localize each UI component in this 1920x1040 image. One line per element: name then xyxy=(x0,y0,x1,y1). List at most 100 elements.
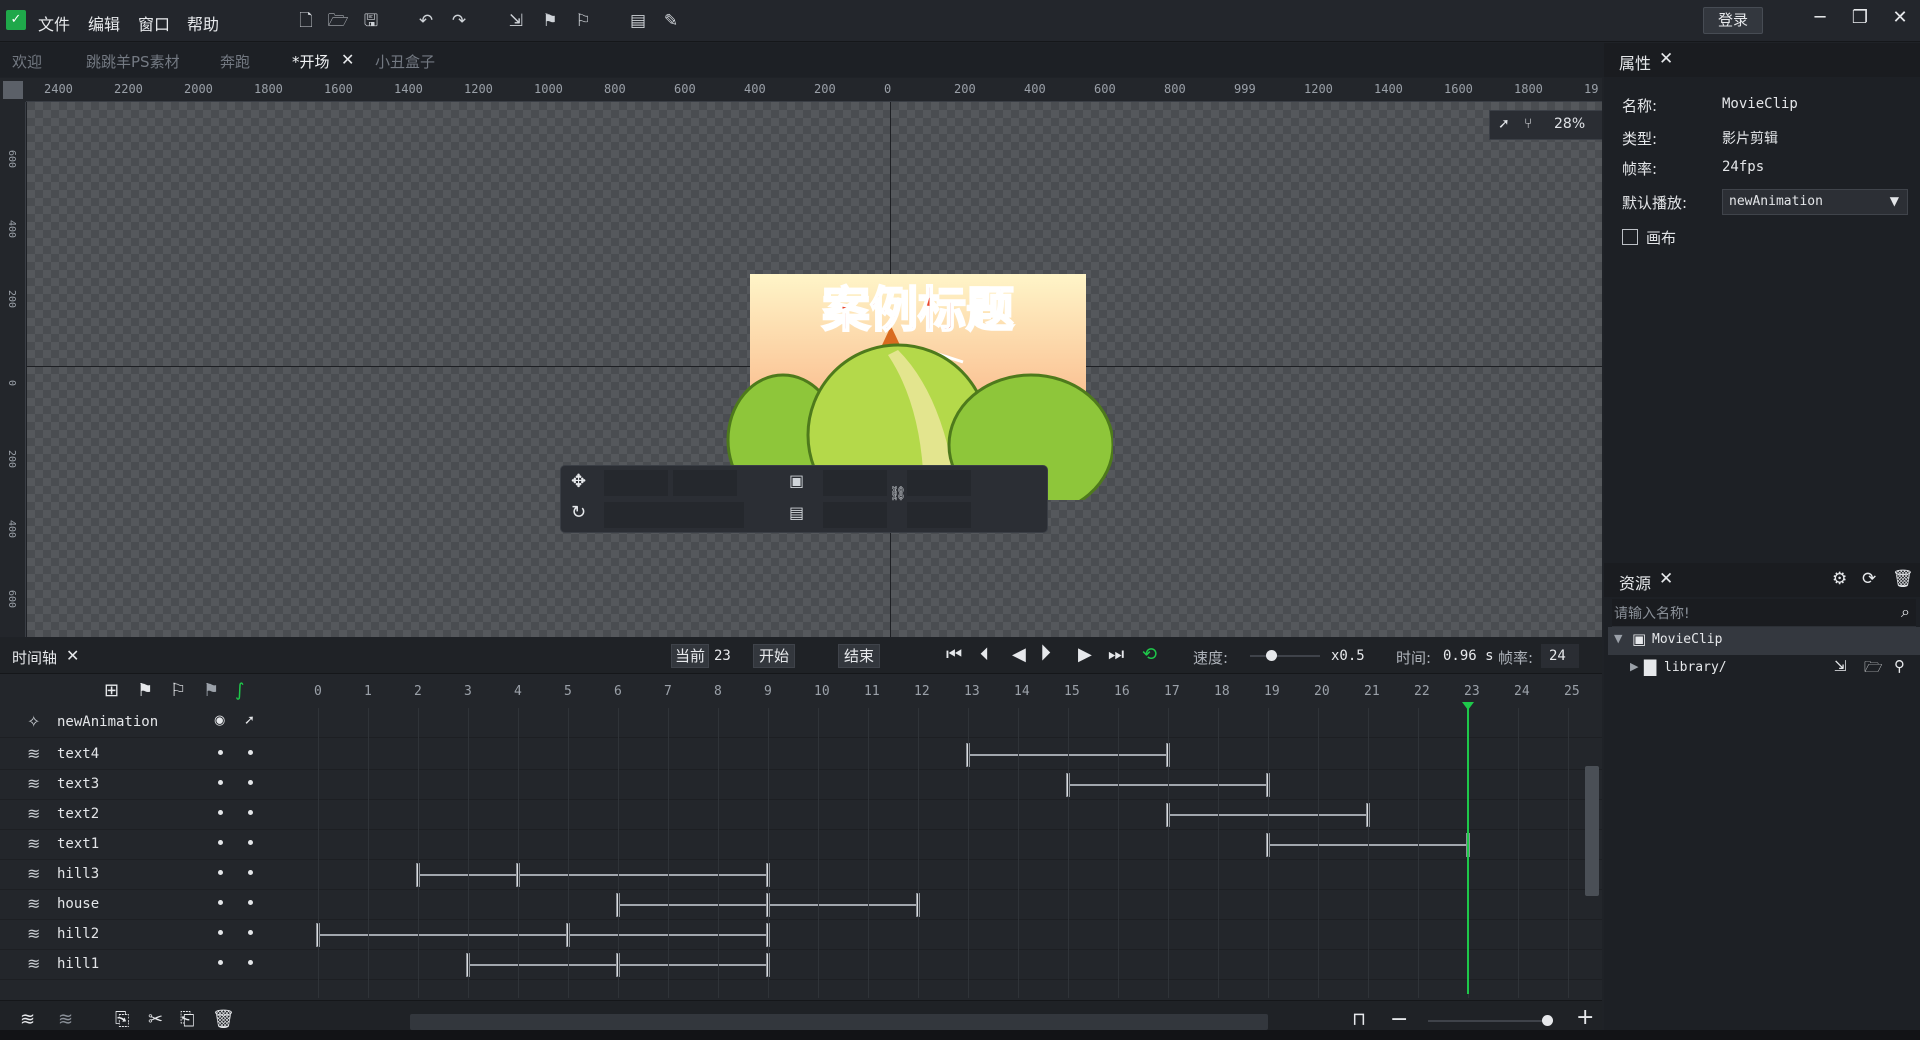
frame-number[interactable]: 11 xyxy=(864,684,880,699)
first-frame-icon[interactable]: ⏮ xyxy=(946,644,962,665)
tween-span[interactable] xyxy=(618,904,768,906)
next-frame-icon[interactable]: ▶ xyxy=(1078,644,1092,665)
tween-span[interactable] xyxy=(518,874,768,876)
timeline-zoom-handle[interactable] xyxy=(1542,1015,1553,1026)
tween-span[interactable] xyxy=(618,964,768,966)
import-resource-icon[interactable]: ⇲ xyxy=(1834,657,1847,675)
lock-toggle[interactable] xyxy=(248,810,253,815)
scale-y-field[interactable] xyxy=(907,470,971,496)
frame-number[interactable]: 19 xyxy=(1264,684,1280,699)
tree-item-library[interactable]: ▶ ▇ library/ ⇲ 🗁 ⚲ xyxy=(1608,655,1920,683)
paste-icon[interactable]: ⎗ xyxy=(180,1009,194,1030)
export-icon[interactable]: ⚑ xyxy=(538,9,562,33)
prev-frame-icon[interactable]: ◀ xyxy=(1012,644,1026,665)
frame-number[interactable]: 15 xyxy=(1064,684,1080,699)
canvas-stage[interactable]: ➚ ⑂ 28% ▼ 案例标题 xyxy=(27,102,1602,637)
lock-toggle[interactable] xyxy=(248,870,253,875)
undo-icon[interactable]: ↶ xyxy=(414,9,438,33)
search-icon[interactable]: ⌕ xyxy=(1901,602,1910,622)
frame-number[interactable]: 1 xyxy=(364,684,372,699)
remove-frame-icon[interactable]: ⚐ xyxy=(170,680,186,701)
loop-icon[interactable]: ⟲ xyxy=(1142,644,1157,665)
tween-span[interactable] xyxy=(768,904,918,906)
copy-icon[interactable]: ⎘ xyxy=(115,1009,129,1030)
zoom-out-icon[interactable]: − xyxy=(1390,1007,1408,1032)
layer-row-hill1[interactable]: ≋ hill1 xyxy=(0,950,1602,980)
tween-span[interactable] xyxy=(468,964,618,966)
tab-close-icon[interactable]: ✕ xyxy=(341,50,354,69)
new-file-icon[interactable]: 🗋 xyxy=(294,9,318,33)
skew-icon[interactable]: ▤ xyxy=(789,503,804,522)
tab-opening[interactable]: *开场 xyxy=(292,51,330,72)
layer-row-text4[interactable]: ≋ text4 xyxy=(0,740,1602,770)
lock-toggle[interactable] xyxy=(248,900,253,905)
visibility-toggle[interactable] xyxy=(218,870,223,875)
frame-number[interactable]: 6 xyxy=(614,684,622,699)
tab-welcome[interactable]: 欢迎 xyxy=(12,51,42,72)
delete-frame-icon[interactable]: 🗑 xyxy=(212,1009,235,1030)
frame-number[interactable]: 22 xyxy=(1414,684,1430,699)
link-icon[interactable]: ⛓ xyxy=(889,486,907,502)
delete-icon[interactable]: 🗑 xyxy=(1892,569,1914,589)
expand-icon[interactable]: ▼ xyxy=(1614,632,1622,645)
frame-number[interactable]: 14 xyxy=(1014,684,1030,699)
prev-key-icon[interactable]: ⏴ xyxy=(980,644,989,665)
vertical-scrollbar[interactable] xyxy=(1585,766,1599,896)
horizontal-scrollbar[interactable] xyxy=(410,1014,1268,1030)
ease-curve-icon[interactable]: ∫ xyxy=(235,680,244,701)
speed-slider[interactable] xyxy=(1250,655,1320,657)
frame-number[interactable]: 25 xyxy=(1564,684,1580,699)
menu-file[interactable]: 文件 xyxy=(38,11,70,35)
layer-row-text1[interactable]: ≋ text1 xyxy=(0,830,1602,860)
end-button[interactable]: 结束 xyxy=(838,644,880,668)
bone-tool-icon[interactable]: ⑂ xyxy=(1524,116,1532,132)
playhead-marker-icon[interactable] xyxy=(1462,702,1474,710)
minimize-icon[interactable]: ─ xyxy=(1804,4,1836,32)
resource-search-input[interactable]: 请输入名称! ⌕ xyxy=(1612,599,1916,627)
menu-window[interactable]: 窗口 xyxy=(138,11,170,35)
skew-y-field[interactable] xyxy=(907,502,971,528)
fit-icon[interactable]: ⊓ xyxy=(1352,1009,1366,1030)
publish-icon[interactable]: ⚐ xyxy=(571,9,595,33)
timeline-zoom-slider[interactable] xyxy=(1428,1020,1553,1022)
frame-number[interactable]: 9 xyxy=(764,684,772,699)
collapse-icon[interactable]: ▶ xyxy=(1630,660,1638,673)
frame-number[interactable]: 16 xyxy=(1114,684,1130,699)
playhead[interactable] xyxy=(1467,706,1469,994)
zoom-control[interactable]: ➚ ⑂ 28% ▼ xyxy=(1489,110,1602,140)
rotate-icon[interactable]: ↻ xyxy=(571,502,586,523)
restore-icon[interactable]: ❐ xyxy=(1844,4,1876,32)
new-folder-icon[interactable]: 🗁 xyxy=(1864,657,1883,682)
rotation-field[interactable] xyxy=(604,502,744,528)
frame-number[interactable]: 8 xyxy=(714,684,722,699)
frame-number[interactable]: 3 xyxy=(464,684,472,699)
lock-toggle[interactable] xyxy=(248,840,253,845)
label-flag-icon[interactable]: ⚑ xyxy=(203,680,219,701)
add-resource-icon[interactable]: ⚙ xyxy=(1832,569,1847,589)
layer-row-hill3[interactable]: ≋ hill3 xyxy=(0,860,1602,890)
position-y-field[interactable] xyxy=(673,470,737,496)
properties-close-icon[interactable]: ✕ xyxy=(1659,49,1673,69)
cut-icon[interactable]: ✂ xyxy=(148,1009,163,1030)
tween-span[interactable] xyxy=(318,934,568,936)
visibility-toggle[interactable] xyxy=(218,810,223,815)
close-icon[interactable]: ✕ xyxy=(1884,4,1916,32)
current-frame-value[interactable]: 23 xyxy=(714,648,731,664)
lock-toggle[interactable] xyxy=(248,750,253,755)
frame-number[interactable]: 21 xyxy=(1364,684,1380,699)
scale-icon[interactable]: ▣ xyxy=(789,471,804,490)
add-layer-icon[interactable]: ≋ xyxy=(20,1009,35,1030)
resources-close-icon[interactable]: ✕ xyxy=(1659,569,1673,589)
frame-number[interactable]: 10 xyxy=(814,684,830,699)
import-icon[interactable]: ⇲ xyxy=(504,9,528,33)
fps-field[interactable]: 24 xyxy=(1541,644,1579,668)
frame-number[interactable]: 20 xyxy=(1314,684,1330,699)
layer-row-text2[interactable]: ≋ text2 xyxy=(0,800,1602,830)
zoom-in-icon[interactable]: + xyxy=(1576,1005,1594,1030)
skew-x-field[interactable] xyxy=(823,502,887,528)
canvas-checkbox[interactable] xyxy=(1622,229,1638,245)
visibility-toggle[interactable] xyxy=(218,780,223,785)
lock-toggle[interactable] xyxy=(248,780,253,785)
visibility-toggle[interactable] xyxy=(218,750,223,755)
lock-toggle[interactable] xyxy=(248,960,253,965)
